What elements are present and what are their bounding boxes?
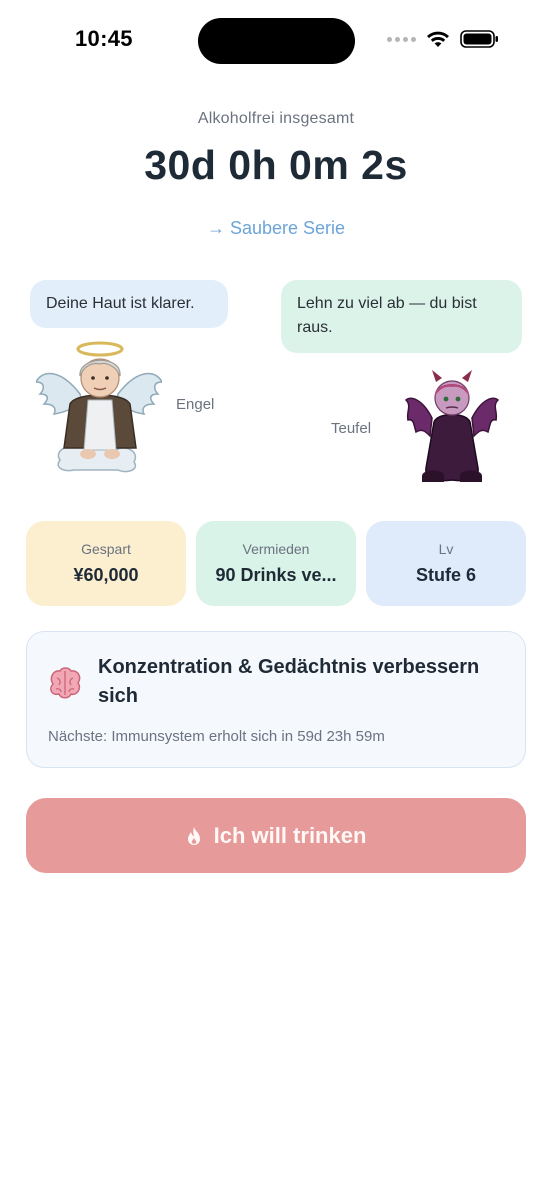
clean-streak-link[interactable]: → Saubere Serie: [0, 218, 552, 239]
stat-value: Stufe 6: [415, 565, 476, 585]
devil-character-icon[interactable]: [404, 368, 500, 486]
status-time: 10:45: [75, 26, 133, 51]
app-screen: 10:45 Alkoholfrei insgesamt 30d 0h 0m 2s…: [0, 0, 552, 1200]
stat-label: Lv: [438, 541, 454, 557]
sobriety-timer: 30d 0h 0m 2s: [144, 142, 408, 188]
milestone-title: Konzentration & Gedächtnis verbessern si…: [98, 656, 480, 707]
stat-value: ¥60,000: [73, 565, 139, 585]
angel-name-label: Engel: [176, 396, 215, 413]
next-milestone-text: Nächste: Immunsystem erholt sich in 59d …: [48, 728, 385, 745]
fire-icon: [187, 826, 200, 845]
battery-icon: [460, 30, 498, 48]
health-milestone-card[interactable]: Konzentration & Gedächtnis verbessern si…: [26, 631, 526, 768]
cellular-signal-icon: [387, 36, 416, 42]
total-label: Alkoholfrei insgesamt: [197, 110, 355, 127]
stat-card-saved[interactable]: Gespart ¥60,000: [26, 521, 186, 606]
brain-icon: [50, 667, 81, 699]
stat-label: Gespart: [81, 541, 131, 557]
want-to-drink-label: Ich will trinken: [213, 822, 367, 848]
angel-character-icon[interactable]: [36, 338, 162, 474]
dynamic-island: [198, 18, 355, 64]
devil-speech-bubble: Lehn zu viel ab — du bist raus.: [281, 280, 522, 353]
wifi-icon: [427, 31, 449, 47]
stat-card-level[interactable]: Lv Stufe 6: [366, 521, 526, 606]
devil-name-label: Teufel: [331, 420, 372, 437]
angel-speech-bubble: Deine Haut ist klarer.: [30, 280, 228, 328]
stat-card-avoided[interactable]: Vermieden 90 Drinks ve...: [196, 521, 356, 606]
status-icons: [387, 30, 500, 48]
stat-value: 90 Drinks ve...: [215, 565, 337, 585]
want-to-drink-button[interactable]: Ich will trinken: [26, 798, 526, 873]
stat-label: Vermieden: [242, 541, 310, 557]
